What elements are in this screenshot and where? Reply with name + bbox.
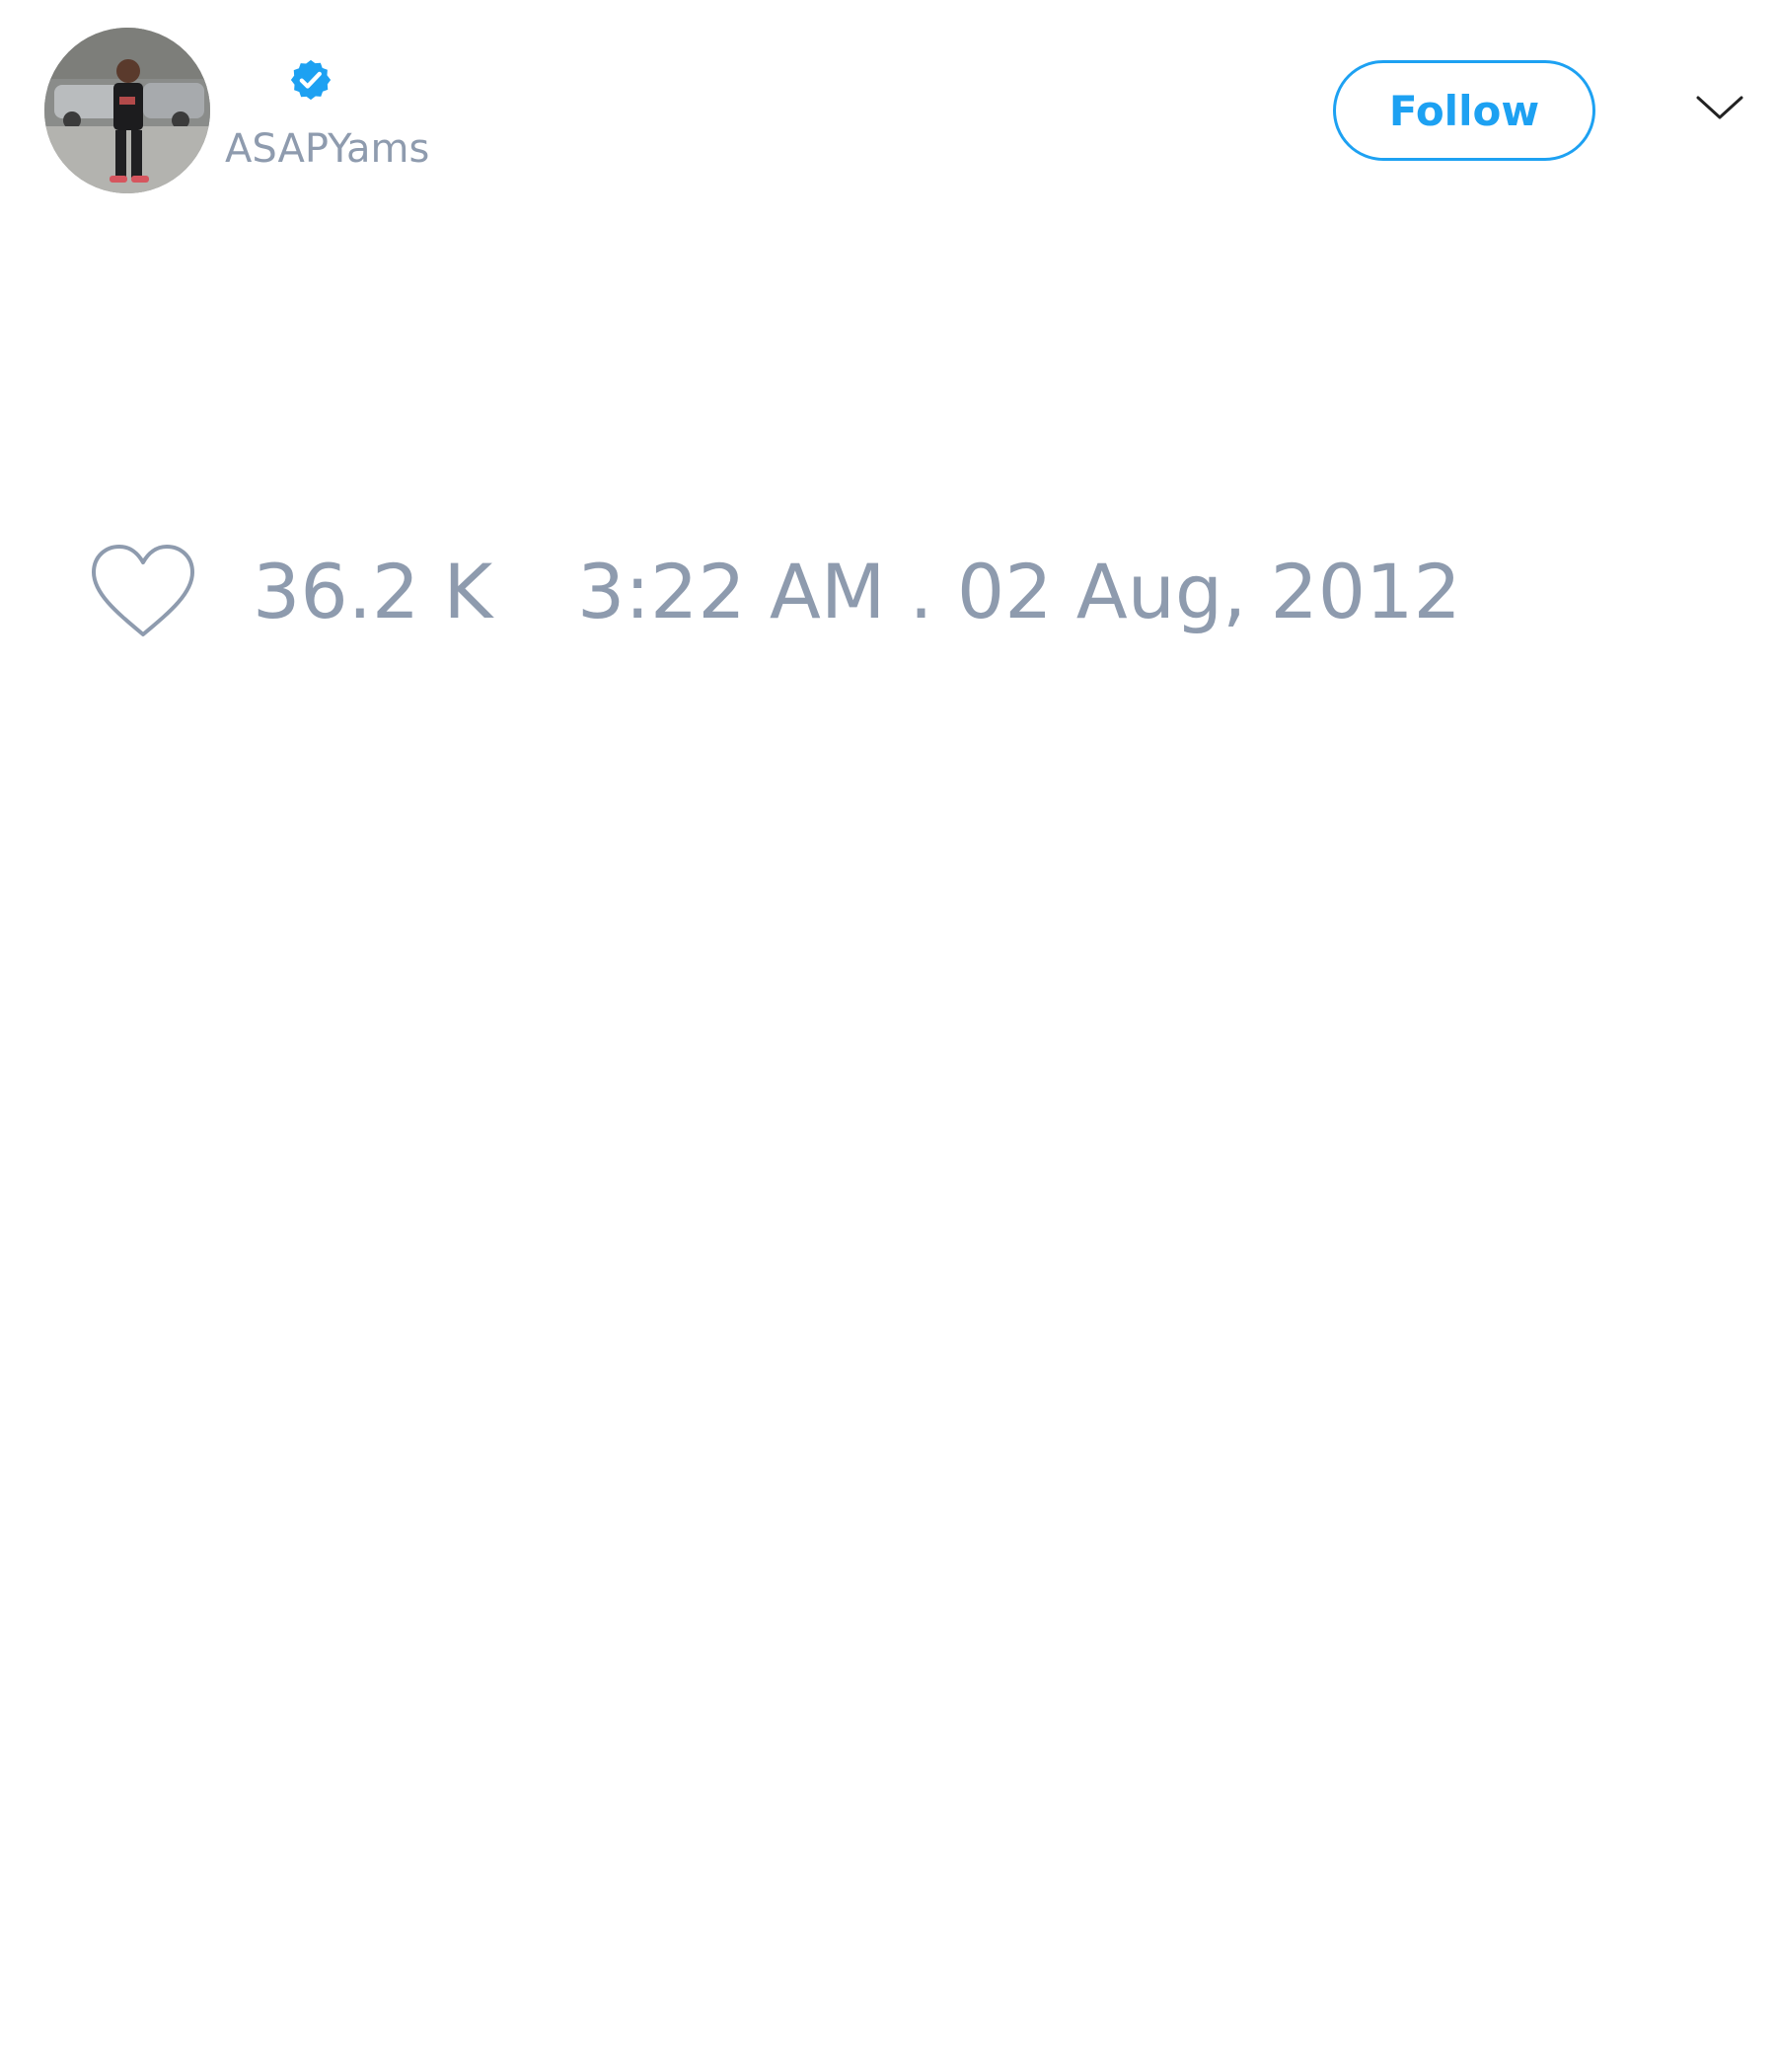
tweet-header: ASAPYams Follow [0,0,1776,217]
follow-button[interactable]: Follow [1333,60,1595,161]
heart-outline-icon[interactable] [89,543,197,641]
username[interactable]: ASAPYams [225,126,429,172]
avatar-photo [44,28,210,193]
like-count: 36.2 K [253,548,493,635]
verified-badge-icon [290,59,332,101]
tweet-footer: 36.2 K 3:22 AM . 02 Aug, 2012 [0,533,1776,651]
tweet-timestamp[interactable]: 3:22 AM . 02 Aug, 2012 [577,547,1461,636]
chevron-down-icon[interactable] [1695,93,1744,122]
avatar[interactable] [44,28,210,193]
